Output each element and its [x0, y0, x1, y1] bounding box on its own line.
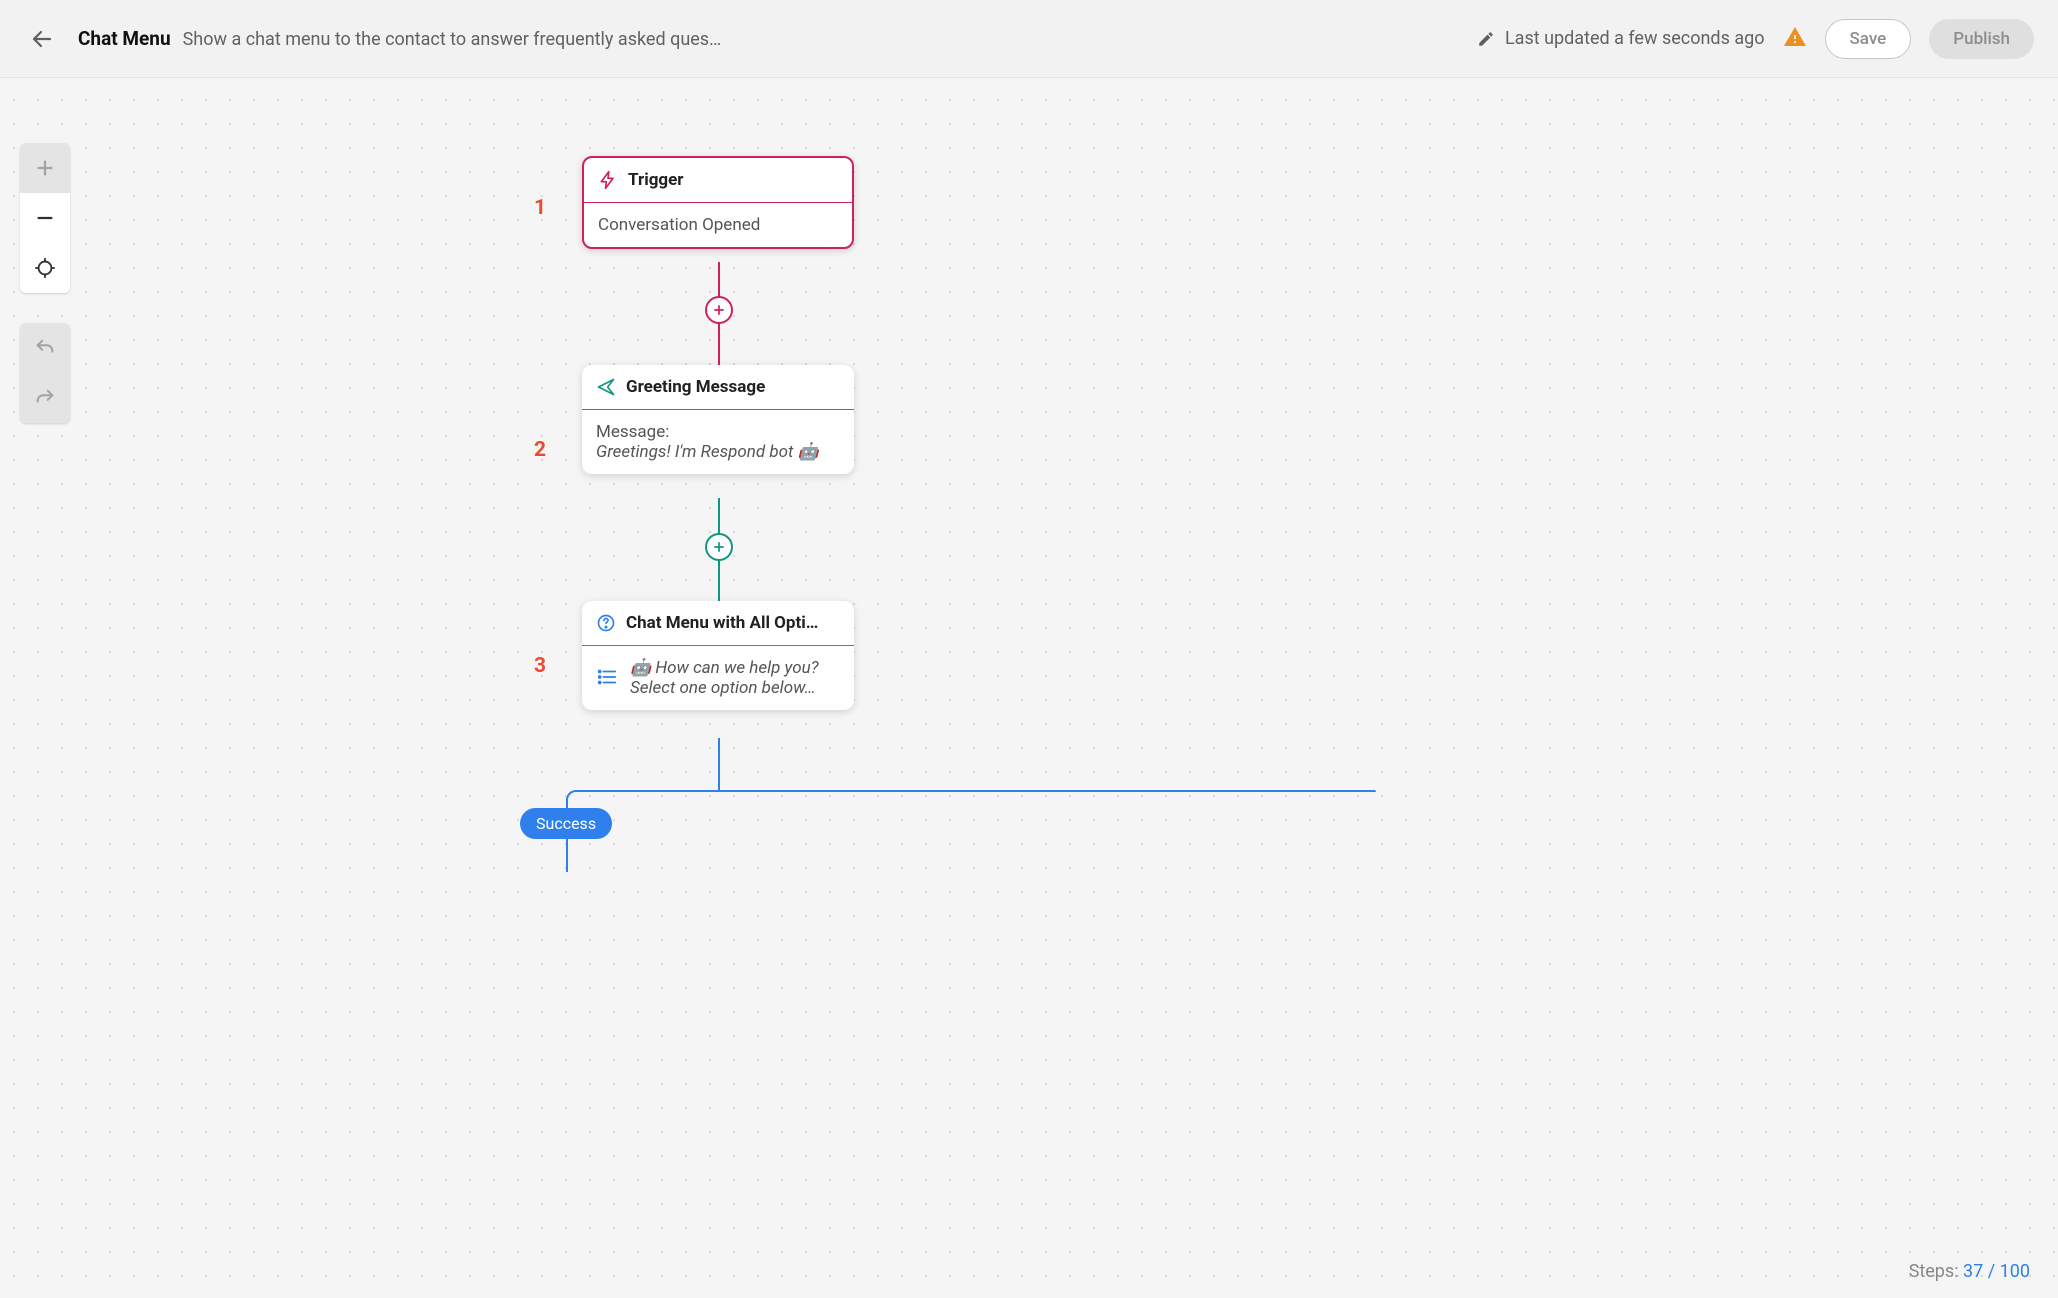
plus-icon: [712, 303, 726, 317]
header-bar: Chat Menu Show a chat menu to the contac…: [0, 0, 2058, 78]
lightning-icon: [598, 170, 618, 190]
save-button[interactable]: Save: [1825, 19, 1912, 59]
branch-horizontal: [578, 790, 719, 792]
add-step-after-greeting[interactable]: [705, 533, 733, 561]
send-icon: [596, 377, 616, 397]
steps-current: 37: [1963, 1261, 1983, 1282]
pencil-icon: [1477, 30, 1495, 48]
branch-horizontal-right: [719, 790, 1376, 792]
list-icon: [596, 666, 618, 693]
node-trigger-body: Conversation Opened: [598, 215, 760, 235]
callout-3: 3: [534, 654, 546, 678]
plus-icon: [712, 540, 726, 554]
publish-button[interactable]: Publish: [1929, 19, 2034, 59]
back-button[interactable]: [24, 21, 60, 57]
warning-icon: [1783, 25, 1807, 53]
node-chat-menu[interactable]: Chat Menu with All Opti… 🤖 How can we he…: [582, 601, 854, 710]
workflow-stage: 1 2 3 Trigger Conversation Opened: [0, 78, 2058, 1298]
steps-label: Steps:: [1909, 1261, 1959, 1282]
last-updated-text: Last updated a few seconds ago: [1505, 28, 1765, 49]
arrow-left-icon: [30, 26, 54, 52]
steps-counter: Steps: 37 / 100: [1909, 1261, 2030, 1282]
callout-2: 2: [534, 438, 546, 462]
add-step-after-trigger[interactable]: [705, 296, 733, 324]
node-trigger[interactable]: Trigger Conversation Opened: [582, 156, 854, 249]
node-greeting[interactable]: Greeting Message Message: Greetings! I'm…: [582, 365, 854, 474]
branch-label-success[interactable]: Success: [520, 808, 612, 839]
page-title: Chat Menu: [78, 27, 171, 50]
steps-sep: /: [1983, 1261, 1999, 1282]
node-trigger-title: Trigger: [628, 170, 684, 190]
node-greeting-label: Message:: [596, 422, 840, 442]
node-chat-menu-title: Chat Menu with All Opti…: [626, 613, 818, 633]
question-circle-icon: [596, 613, 616, 633]
node-chat-menu-line2: Select one option below…: [630, 678, 819, 698]
node-greeting-message: Greetings! I'm Respond bot 🤖: [596, 442, 840, 462]
last-updated-block: Last updated a few seconds ago: [1477, 28, 1765, 49]
callout-1: 1: [534, 196, 546, 220]
connector-menu-branch: [718, 738, 720, 792]
steps-total: 100: [2000, 1261, 2030, 1282]
branch-corner-left: [566, 790, 580, 804]
page-subtitle: Show a chat menu to the contact to answe…: [183, 29, 723, 50]
node-greeting-title: Greeting Message: [626, 377, 765, 397]
canvas[interactable]: 1 2 3 Trigger Conversation Opened: [0, 78, 2058, 1298]
node-chat-menu-line1: 🤖 How can we help you?: [630, 658, 819, 678]
